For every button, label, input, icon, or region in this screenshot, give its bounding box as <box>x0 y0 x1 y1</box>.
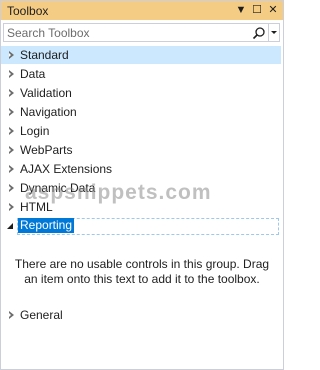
maximize-icon[interactable]: ☐ <box>250 3 264 17</box>
group-navigation[interactable]: Navigation <box>1 103 283 121</box>
group-dynamic-data[interactable]: Dynamic Data <box>1 179 283 197</box>
search-box <box>3 23 280 42</box>
search-icon[interactable] <box>252 26 266 40</box>
group-label: Login <box>20 124 50 138</box>
expand-arrow-icon[interactable] <box>9 311 14 319</box>
expand-arrow-icon[interactable] <box>9 51 14 59</box>
close-icon[interactable]: ✕ <box>266 3 280 17</box>
group-login[interactable]: Login <box>1 122 283 140</box>
group-validation[interactable]: Validation <box>1 84 283 102</box>
expand-arrow-icon[interactable] <box>9 127 14 135</box>
group-reporting[interactable]: Reporting <box>1 217 283 235</box>
group-label: Data <box>20 67 46 81</box>
group-label: Dynamic Data <box>20 181 96 195</box>
group-label: AJAX Extensions <box>20 162 113 176</box>
group-label: WebParts <box>20 143 73 157</box>
group-ajax-extensions[interactable]: AJAX Extensions <box>1 160 283 178</box>
group-label: Standard <box>20 48 69 62</box>
group-label: General <box>20 308 63 322</box>
group-label: Validation <box>20 86 72 100</box>
group-standard[interactable]: Standard <box>1 46 283 64</box>
toolbox-panel: Toolbox ▼ ☐ ✕ Standard Data Validation N… <box>0 0 284 370</box>
group-html[interactable]: HTML <box>1 198 283 216</box>
group-general[interactable]: General <box>1 306 283 324</box>
search-input[interactable] <box>7 25 247 40</box>
expand-arrow-icon[interactable] <box>9 184 14 192</box>
expand-arrow-icon[interactable] <box>9 165 14 173</box>
group-webparts[interactable]: WebParts <box>1 141 283 159</box>
group-data[interactable]: Data <box>1 65 283 83</box>
search-options-dropdown[interactable] <box>268 24 280 41</box>
expand-arrow-icon[interactable] <box>9 70 14 78</box>
expand-arrow-icon[interactable] <box>9 203 14 211</box>
empty-group-message[interactable]: There are no usable controls in this gro… <box>11 257 273 287</box>
group-label: Navigation <box>20 105 77 119</box>
title-bar: Toolbox ▼ ☐ ✕ <box>1 1 283 20</box>
window-position-dropdown-icon[interactable]: ▼ <box>234 3 248 17</box>
panel-title: Toolbox <box>7 4 49 18</box>
expand-arrow-icon[interactable] <box>9 89 14 97</box>
group-label-editing[interactable]: Reporting <box>18 218 75 233</box>
collapse-arrow-icon[interactable] <box>7 223 13 229</box>
expand-arrow-icon[interactable] <box>9 146 14 154</box>
expand-arrow-icon[interactable] <box>9 108 14 116</box>
group-label: HTML <box>20 200 53 214</box>
